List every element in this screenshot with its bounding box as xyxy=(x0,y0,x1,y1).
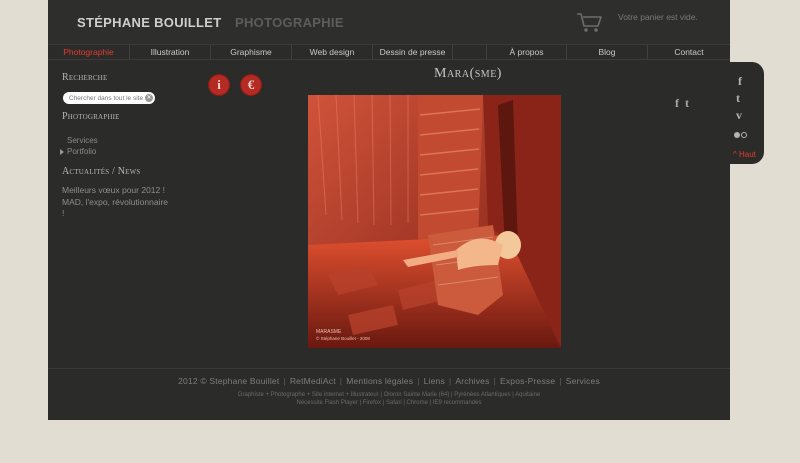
footer-link-mentions[interactable]: Mentions légales xyxy=(346,376,413,386)
euro-icon[interactable]: € xyxy=(240,74,262,96)
brand-section: PHOTOGRAPHIE xyxy=(235,15,344,30)
site-container: STÉPHANE BOUILLET PHOTOGRAPHIE Votre pan… xyxy=(48,0,730,420)
facebook-icon[interactable]: f xyxy=(675,96,679,111)
nav-spacer xyxy=(453,45,487,60)
clear-icon[interactable]: ✕ xyxy=(145,94,153,102)
footer-copyright: 2012 © Stephane Bouillet xyxy=(178,376,280,386)
photo-image: MARASME © Stéphane Bouillet - 2008 xyxy=(308,95,561,348)
back-to-top-link[interactable]: ^ Haut xyxy=(733,150,756,159)
vimeo-icon[interactable]: v xyxy=(736,108,742,123)
nav-web-design[interactable]: Web design xyxy=(292,45,373,60)
cart-status: Votre panier est vide. xyxy=(618,12,698,22)
sidebar-item-portfolio[interactable]: Portfolio xyxy=(67,147,96,156)
news-heading: Actualités / News xyxy=(62,166,141,177)
footer-divider xyxy=(48,368,730,369)
footer-link-retmediact[interactable]: RetMediAct xyxy=(290,376,336,386)
share-bar: f t xyxy=(675,96,689,111)
twitter-icon[interactable]: t xyxy=(685,96,689,111)
search-input[interactable] xyxy=(69,92,145,104)
page-title: Mara(sme) xyxy=(434,66,502,81)
photo-heading: Photographie xyxy=(62,111,120,122)
cart-icon[interactable] xyxy=(576,11,604,33)
footer-notes: Graphiste + Photographe + Site internet … xyxy=(48,392,730,407)
footer-link-liens[interactable]: Liens xyxy=(424,376,445,386)
nav-blog[interactable]: Blog xyxy=(567,45,648,60)
footer-note-2: Nécessite Flash Player | Firefox | Safar… xyxy=(296,399,482,406)
brand-name[interactable]: STÉPHANE BOUILLET xyxy=(77,15,222,30)
footer-note-1: Graphiste + Photographe + Site internet … xyxy=(237,392,541,398)
sidebar-item-services[interactable]: Services xyxy=(67,136,98,145)
search-heading: Recherche xyxy=(62,72,108,83)
main-nav: Photographie Illustration Graphisme Web … xyxy=(48,44,730,60)
footer-link-expos[interactable]: Expos-Presse xyxy=(500,376,555,386)
arrow-right-icon xyxy=(60,149,64,155)
featured-photo[interactable]: MARASME © Stéphane Bouillet - 2008 xyxy=(308,95,561,348)
flickr-icon[interactable] xyxy=(734,127,747,142)
news-item[interactable]: MAD, l'expo, révolutionnaire xyxy=(62,197,168,207)
footer-links: 2012 © Stephane Bouillet | RetMediAct | Ment… xyxy=(178,376,600,386)
news-item[interactable]: ! xyxy=(62,208,64,218)
social-tab: f t v ^ Haut xyxy=(724,62,764,164)
news-item[interactable]: Meilleurs vœux pour 2012 ! xyxy=(62,185,165,195)
nav-illustration[interactable]: Illustration xyxy=(130,45,211,60)
footer-link-archives[interactable]: Archives xyxy=(455,376,489,386)
footer-link-services[interactable]: Services xyxy=(566,376,600,386)
nav-photographie[interactable]: Photographie xyxy=(48,45,130,60)
nav-contact[interactable]: Contact xyxy=(648,45,730,60)
nav-graphisme[interactable]: Graphisme xyxy=(211,45,292,60)
header: STÉPHANE BOUILLET PHOTOGRAPHIE Votre pan… xyxy=(48,0,730,44)
photo-caption-2: © Stéphane Bouillet - 2008 xyxy=(316,335,370,341)
search-box: ✕ xyxy=(63,92,155,104)
nav-dessin-de-presse[interactable]: Dessin de presse xyxy=(373,45,453,60)
info-icon[interactable]: i xyxy=(208,74,230,96)
facebook-icon[interactable]: f xyxy=(738,74,742,89)
twitter-icon[interactable]: t xyxy=(736,91,740,106)
nav-a-propos[interactable]: À propos xyxy=(487,45,567,60)
photo-caption-1: MARASME xyxy=(316,329,342,335)
